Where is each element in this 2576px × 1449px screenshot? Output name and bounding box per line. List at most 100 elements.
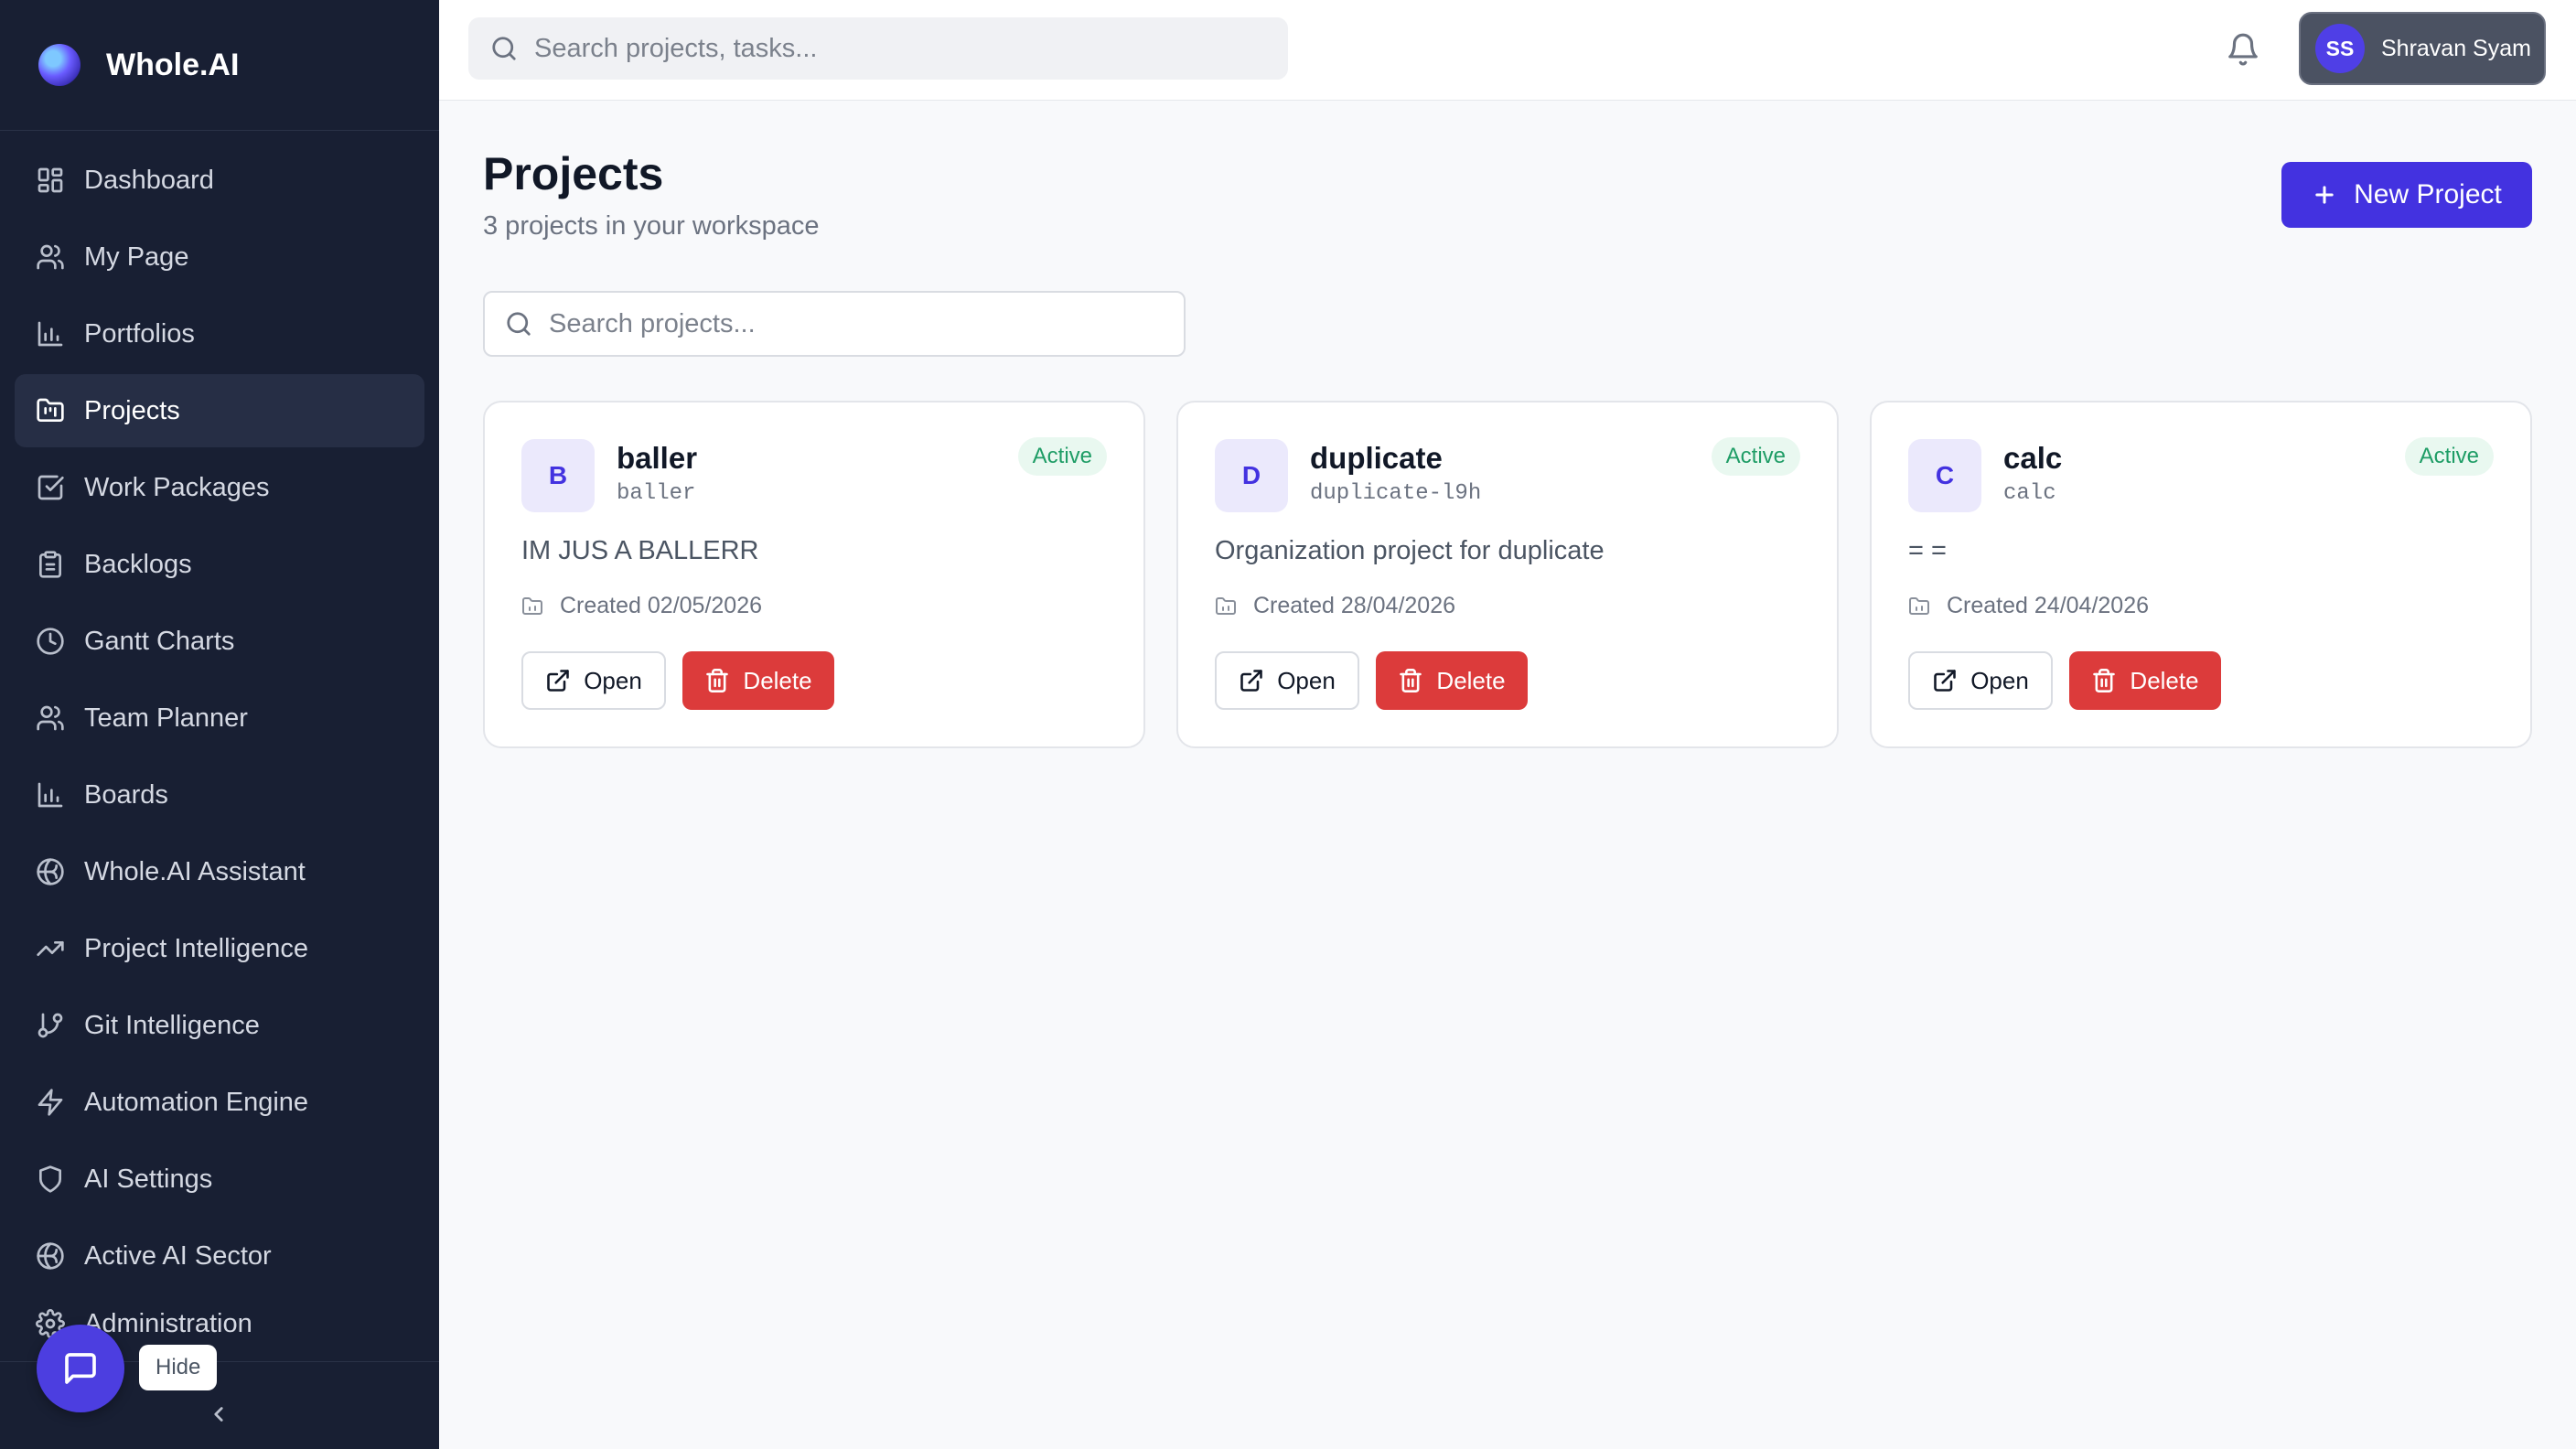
search-icon (507, 312, 531, 336)
created-date-text: Created 02/05/2026 (560, 593, 763, 618)
new-project-button[interactable]: New Project (2281, 162, 2532, 228)
project-name[interactable]: calc (2003, 441, 2062, 476)
folder-icon (522, 596, 542, 615)
app-logo-icon (38, 44, 80, 86)
clock-icon (35, 626, 66, 657)
sidebar: Whole.AI Dashboard My Page Portfolios Pr… (0, 0, 439, 1449)
project-card[interactable]: D duplicate duplicate-l9h Active Organiz… (1176, 401, 1839, 748)
git-branch-icon (35, 1010, 66, 1041)
sidebar-item-label: Git Intelligence (84, 1010, 260, 1040)
sidebar-item-label: My Page (84, 242, 189, 272)
trash-icon (706, 669, 729, 692)
sidebar-item-automation-engine[interactable]: Automation Engine (15, 1066, 424, 1139)
sidebar-item-projects[interactable]: Projects (15, 374, 424, 447)
sidebar-item-boards[interactable]: Boards (15, 758, 424, 832)
project-avatar: C (1908, 439, 1981, 512)
delete-project-button[interactable]: Delete (1376, 651, 1528, 710)
created-date: Created 02/05/2026 (521, 593, 762, 619)
sidebar-item-label: Active AI Sector (84, 1240, 272, 1271)
sidebar-item-label: Team Planner (84, 703, 248, 733)
main-content: Projects 3 projects in your workspace Ne… (439, 102, 2576, 1449)
delete-project-button[interactable]: Delete (2069, 651, 2221, 710)
trash-icon (1400, 669, 1422, 692)
sidebar-item-gantt-charts[interactable]: Gantt Charts (15, 605, 424, 678)
created-date: Created 28/04/2026 (1215, 593, 1455, 619)
external-link-icon (1934, 670, 1956, 692)
sidebar-nav: Dashboard My Page Portfolios Projects Wo… (0, 131, 439, 1351)
sidebar-item-dashboard[interactable]: Dashboard (15, 144, 424, 217)
topbar: SS Shravan Syam (439, 0, 2576, 101)
project-card[interactable]: C calc calc Active = = Created 24/04/202… (1870, 401, 2532, 748)
search-icon (492, 37, 516, 60)
trash-icon (2093, 669, 2116, 692)
app-name: Whole.AI (106, 47, 240, 82)
sidebar-item-label: Projects (84, 395, 180, 425)
delete-label: Delete (743, 666, 812, 694)
project-identifier: baller (617, 481, 696, 506)
new-project-label: New Project (2354, 179, 2502, 209)
open-project-button[interactable]: Open (1215, 651, 1359, 710)
status-badge: Active (1017, 437, 1107, 476)
created-date-text: Created 24/04/2026 (1947, 593, 2150, 618)
status-badge: Active (2404, 437, 2494, 476)
chat-button[interactable] (37, 1325, 124, 1412)
sidebar-item-label: Backlogs (84, 549, 192, 579)
brain-icon (35, 856, 66, 887)
brand[interactable]: Whole.AI (0, 0, 439, 131)
open-project-button[interactable]: Open (521, 651, 666, 710)
project-cards: B baller baller Active IM JUS A BALLERR … (483, 401, 2532, 748)
project-avatar: D (1215, 439, 1288, 512)
page-subtitle: 3 projects in your workspace (483, 211, 820, 241)
sidebar-item-project-intelligence[interactable]: Project Intelligence (15, 912, 424, 985)
folder-icon (1909, 596, 1929, 615)
plus-icon (2315, 186, 2334, 204)
project-identifier: duplicate-l9h (1310, 481, 1482, 506)
shield-icon (35, 1164, 66, 1195)
sidebar-item-label: Dashboard (84, 165, 214, 195)
brain-icon (35, 1240, 66, 1272)
bar-chart-icon (35, 318, 66, 349)
sidebar-item-label: Whole.AI Assistant (84, 856, 306, 886)
project-search[interactable] (483, 291, 1186, 357)
hide-tooltip[interactable]: Hide (139, 1345, 218, 1390)
delete-project-button[interactable]: Delete (682, 651, 834, 710)
collapse-sidebar-button[interactable] (203, 1399, 234, 1430)
message-square-icon (65, 1353, 96, 1384)
sidebar-item-portfolios[interactable]: Portfolios (15, 297, 424, 370)
sidebar-item-git-intelligence[interactable]: Git Intelligence (15, 989, 424, 1062)
users-icon (35, 703, 66, 734)
sidebar-item-active-ai-sector[interactable]: Active AI Sector (15, 1219, 424, 1293)
sidebar-item-assistant[interactable]: Whole.AI Assistant (15, 835, 424, 908)
sidebar-item-my-page[interactable]: My Page (15, 220, 424, 294)
notifications-button[interactable] (2221, 27, 2265, 71)
page-title: Projects (483, 148, 664, 199)
project-card[interactable]: B baller baller Active IM JUS A BALLERR … (483, 401, 1145, 748)
sidebar-item-label: Boards (84, 779, 168, 810)
project-name[interactable]: duplicate (1310, 441, 1443, 476)
created-date: Created 24/04/2026 (1908, 593, 2149, 619)
global-search[interactable] (468, 17, 1288, 80)
sidebar-item-label: Gantt Charts (84, 626, 235, 656)
delete-label: Delete (1436, 666, 1506, 694)
project-identifier: calc (2003, 481, 2056, 506)
sidebar-item-team-planner[interactable]: Team Planner (15, 682, 424, 755)
user-menu-button[interactable]: SS Shravan Syam (2299, 12, 2546, 85)
bar-chart-icon (35, 779, 66, 810)
sidebar-item-label: Administration (84, 1308, 252, 1338)
status-badge: Active (1711, 437, 1800, 476)
sidebar-item-backlogs[interactable]: Backlogs (15, 528, 424, 601)
project-avatar: B (521, 439, 595, 512)
folder-kanban-icon (35, 395, 66, 426)
avatar: SS (2315, 24, 2365, 73)
open-label: Open (584, 666, 642, 694)
chevron-left-icon (214, 1407, 223, 1422)
global-search-input[interactable] (534, 33, 1248, 64)
project-name[interactable]: baller (617, 441, 697, 476)
project-description: Organization project for duplicate (1215, 536, 1605, 565)
dashboard-icon (35, 165, 66, 196)
open-project-button[interactable]: Open (1908, 651, 2053, 710)
sidebar-item-work-packages[interactable]: Work Packages (15, 451, 424, 524)
created-date-text: Created 28/04/2026 (1253, 593, 1456, 618)
project-search-input[interactable] (549, 308, 1171, 339)
sidebar-item-ai-settings[interactable]: AI Settings (15, 1143, 424, 1216)
